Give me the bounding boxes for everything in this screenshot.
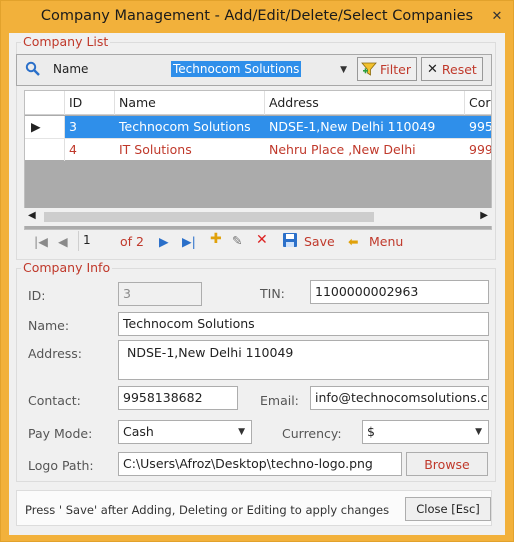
address-field[interactable]: NDSE-1,New Delhi 110049 [118,340,489,380]
cell-id: 4 [69,142,77,157]
x-icon: ✕ [427,61,438,77]
move-previous-icon[interactable]: ◀ [58,234,68,249]
menu-button[interactable]: Menu [369,234,403,249]
pay-mode-value: Cash [123,424,154,439]
filter-button[interactable]: Filter [357,57,417,81]
logo-path-label: Logo Path: [28,458,94,473]
cell-name: Technocom Solutions [119,119,251,134]
chevron-down-icon: ▼ [340,65,347,75]
current-row-icon: ▶ [25,116,65,138]
status-bar: Press ' Save' after Adding, Deleting or … [16,490,492,526]
filter-field-value: Name [53,62,89,76]
name-label: Name: [28,318,70,333]
name-field[interactable]: Technocom Solutions [118,312,489,336]
status-message: Press ' Save' after Adding, Deleting or … [25,503,390,517]
contact-field[interactable]: 9958138682 [118,386,238,410]
column-header-contact[interactable]: Cor [465,91,491,115]
filter-field-select[interactable]: Name ▼ [47,59,187,81]
currency-select[interactable]: $ ▼ [362,420,489,444]
company-info-title: Company Info [21,260,113,275]
id-label: ID: [28,288,46,303]
logo-path-field[interactable]: C:\Users\Afroz\Desktop\techno-logo.png [118,452,402,476]
address-label: Address: [28,346,82,361]
currency-label: Currency: [282,426,342,441]
row-header [25,139,65,161]
search-icon [25,61,41,80]
record-count-label: of 2 [120,234,144,249]
filter-button-label: Filter [380,61,411,77]
move-last-icon[interactable]: ▶| [182,234,196,249]
row-header-corner [25,91,65,115]
cell-address: NDSE-1,New Delhi 110049 [269,119,436,134]
email-label: Email: [260,393,299,408]
table-row[interactable]: 4 IT Solutions Nehru Place ,New Delhi 99… [25,138,491,161]
delete-icon[interactable]: ✕ [256,232,268,248]
scrollbar-thumb[interactable] [44,212,374,222]
cell-name: IT Solutions [119,142,192,157]
column-header-id[interactable]: ID [65,91,115,115]
edit-icon[interactable]: ✎ [232,233,242,248]
pay-mode-select[interactable]: Cash ▼ [118,420,252,444]
table-row[interactable]: ▶ 3 Technocom Solutions NDSE-1,New Delhi… [25,116,491,138]
filter-value-text: Technocom Solutions [171,61,302,77]
add-icon[interactable]: ✚ [210,231,222,247]
cell-id: 3 [69,119,77,134]
column-header-name[interactable]: Name [115,91,265,115]
binding-navigator: |◀ ◀ 1 of 2 ▶ ▶| ✚ ✎ ✕ Save ⬅ Menu [24,230,492,254]
save-icon[interactable] [282,232,298,251]
tin-label: TIN: [260,286,285,301]
title-bar: Company Management - Add/Edit/Delete/Sel… [1,1,513,33]
horizontal-scrollbar[interactable]: ◀ ▶ [24,208,492,226]
scroll-right-icon[interactable]: ▶ [480,210,488,221]
chevron-down-icon: ▼ [475,427,482,437]
position-input[interactable]: 1 [78,231,116,251]
chevron-down-icon: ▼ [238,427,245,437]
column-header-address[interactable]: Address [265,91,465,115]
grid-header: ID Name Address Cor [25,91,491,115]
cell-contact: 9958 [469,119,491,134]
reset-button[interactable]: ✕ Reset [421,57,483,81]
contact-label: Contact: [28,393,81,408]
window-title: Company Management - Add/Edit/Delete/Sel… [40,8,474,24]
close-button[interactable]: Close [Esc] [405,497,491,521]
close-window-button[interactable]: ✕ [489,9,505,25]
tin-field[interactable]: 1100000002963 [310,280,489,304]
email-field[interactable]: info@technocomsolutions.c [310,386,489,410]
move-next-icon[interactable]: ▶ [159,234,169,249]
arrow-left-icon[interactable]: ⬅ [348,234,358,249]
cell-contact: 9999 [469,142,491,157]
save-label[interactable]: Save [304,234,335,249]
move-first-icon[interactable]: |◀ [34,234,48,249]
browse-button[interactable]: Browse [406,452,488,476]
id-field[interactable]: 3 [118,282,202,306]
reset-button-label: Reset [441,61,477,77]
currency-value: $ [367,424,375,439]
scroll-left-icon[interactable]: ◀ [28,210,36,221]
funnel-icon [361,61,377,77]
filter-value-select[interactable]: Technocom Solutions ▼ [171,59,351,81]
filter-toolbar: Name ▼ Technocom Solutions ▼ Filter ✕ Re… [16,54,492,86]
cell-address: Nehru Place ,New Delhi [269,142,416,157]
company-list-title: Company List [21,34,111,49]
pay-mode-label: Pay Mode: [28,426,93,441]
